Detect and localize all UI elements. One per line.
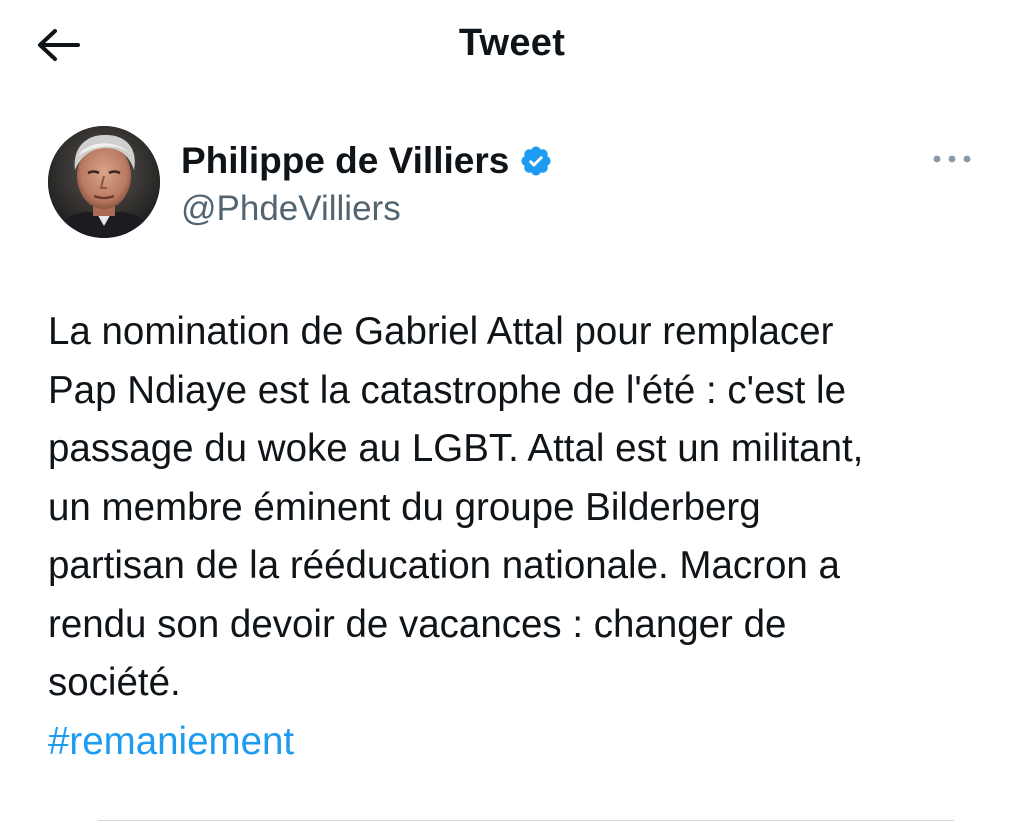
divider xyxy=(98,820,954,821)
avatar-photo xyxy=(48,126,160,238)
tweet-text: La nomination de Gabriel Attal pour remp… xyxy=(48,310,864,704)
more-horizontal-icon xyxy=(933,155,971,163)
tweet-author: Philippe de Villiers @PhdeVilliers xyxy=(48,126,988,240)
page-title: Tweet xyxy=(458,22,566,64)
verified-badge-icon xyxy=(521,146,551,176)
author-name-line[interactable]: Philippe de Villiers xyxy=(181,140,553,182)
tweet-body: La nomination de Gabriel Attal pour remp… xyxy=(48,303,988,771)
author-display-name[interactable]: Philippe de Villiers xyxy=(181,140,509,182)
more-options-button[interactable] xyxy=(930,144,974,174)
avatar[interactable] xyxy=(48,126,160,238)
top-bar: Tweet xyxy=(0,0,1024,90)
tweet-detail-page: Tweet Philippe de Villiers @PhdeVilliers… xyxy=(0,0,1024,823)
author-handle[interactable]: @PhdeVilliers xyxy=(181,189,401,229)
hashtag-link[interactable]: #remaniement xyxy=(48,713,294,772)
